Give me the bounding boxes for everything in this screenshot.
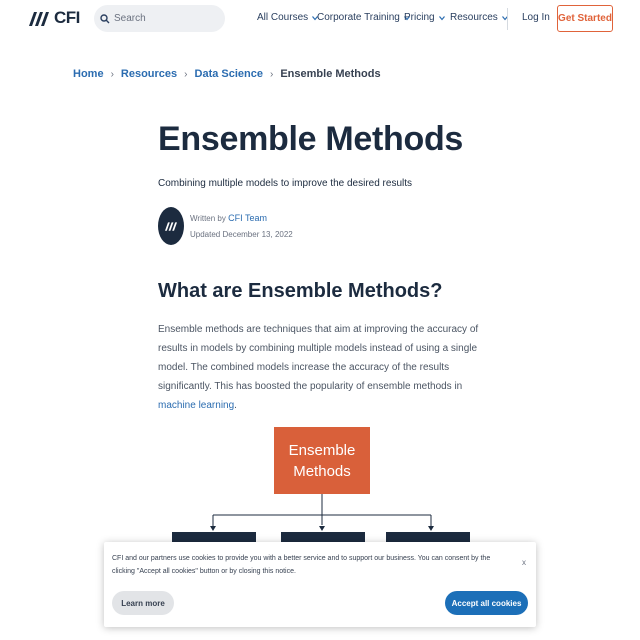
nav-resources-label: Resources bbox=[450, 12, 498, 23]
updated-date: Updated December 13, 2022 bbox=[190, 229, 293, 239]
intro-paragraph-text: Ensemble methods are techniques that aim… bbox=[158, 324, 479, 392]
get-started-button[interactable]: Get Started bbox=[557, 5, 613, 32]
cookie-banner: CFI and our partners use cookies to prov… bbox=[104, 542, 536, 627]
nav-resources[interactable]: Resources bbox=[450, 12, 508, 23]
login-link[interactable]: Log In bbox=[522, 12, 550, 23]
intro-paragraph-end: . bbox=[234, 400, 237, 411]
logo-text: CFI bbox=[54, 8, 80, 27]
machine-learning-link[interactable]: machine learning bbox=[158, 400, 234, 411]
diagram-root-line2: Methods bbox=[293, 462, 351, 480]
author-avatar bbox=[158, 207, 184, 245]
accept-all-cookies-button[interactable]: Accept all cookies bbox=[445, 591, 528, 615]
page-subtitle: Combining multiple models to improve the… bbox=[158, 178, 413, 189]
breadcrumb-separator: › bbox=[184, 68, 188, 80]
breadcrumb-separator: › bbox=[110, 68, 114, 80]
cookie-text: CFI and our partners use cookies to prov… bbox=[112, 555, 491, 575]
breadcrumb-current: Ensemble Methods bbox=[280, 68, 381, 80]
search-input[interactable] bbox=[114, 13, 214, 24]
page-title: Ensemble Methods bbox=[158, 120, 464, 158]
search-bar[interactable] bbox=[94, 5, 225, 32]
breadcrumb-home[interactable]: Home bbox=[73, 68, 104, 80]
author-meta: Written by CFI Team Updated December 13,… bbox=[190, 210, 293, 243]
breadcrumb-separator: › bbox=[270, 68, 274, 80]
diagram-root-line1: Ensemble bbox=[288, 441, 356, 459]
nav-divider bbox=[507, 8, 508, 30]
cfi-logo-icon bbox=[165, 222, 177, 231]
learn-more-button[interactable]: Learn more bbox=[112, 591, 174, 615]
cfi-logo-icon bbox=[29, 12, 49, 26]
nav-corporate-training-label: Corporate Training bbox=[317, 12, 400, 23]
avatar bbox=[158, 207, 184, 245]
cfi-logo[interactable]: CFI bbox=[28, 8, 80, 28]
search-icon bbox=[100, 13, 110, 23]
nav-all-courses-label: All Courses bbox=[257, 12, 309, 23]
nav-pricing-label: Pricing bbox=[404, 12, 435, 23]
chevron-down-icon bbox=[438, 15, 445, 20]
written-by-label: Written by bbox=[190, 213, 226, 223]
ensemble-diagram: Ensemble Methods bbox=[160, 425, 480, 552]
diagram-root-box: Ensemble Methods bbox=[274, 427, 370, 494]
section-heading: What are Ensemble Methods? bbox=[158, 280, 443, 302]
author-block: Written by CFI Team Updated December 13,… bbox=[158, 207, 293, 245]
breadcrumb-resources[interactable]: Resources bbox=[121, 68, 177, 80]
author-link[interactable]: CFI Team bbox=[228, 213, 267, 223]
site-header: CFI All Courses Corporate Training Prici… bbox=[0, 0, 640, 38]
nav-corporate-training[interactable]: Corporate Training bbox=[317, 12, 410, 23]
written-by-line: Written by CFI Team bbox=[190, 210, 293, 227]
intro-paragraph: Ensemble methods are techniques that aim… bbox=[158, 320, 488, 415]
nav-pricing[interactable]: Pricing bbox=[404, 12, 445, 23]
cookie-close-button[interactable]: x bbox=[522, 558, 526, 567]
nav-all-courses[interactable]: All Courses bbox=[257, 12, 319, 23]
breadcrumb-data-science[interactable]: Data Science bbox=[195, 68, 263, 80]
breadcrumb: Home › Resources › Data Science › Ensemb… bbox=[73, 68, 381, 80]
